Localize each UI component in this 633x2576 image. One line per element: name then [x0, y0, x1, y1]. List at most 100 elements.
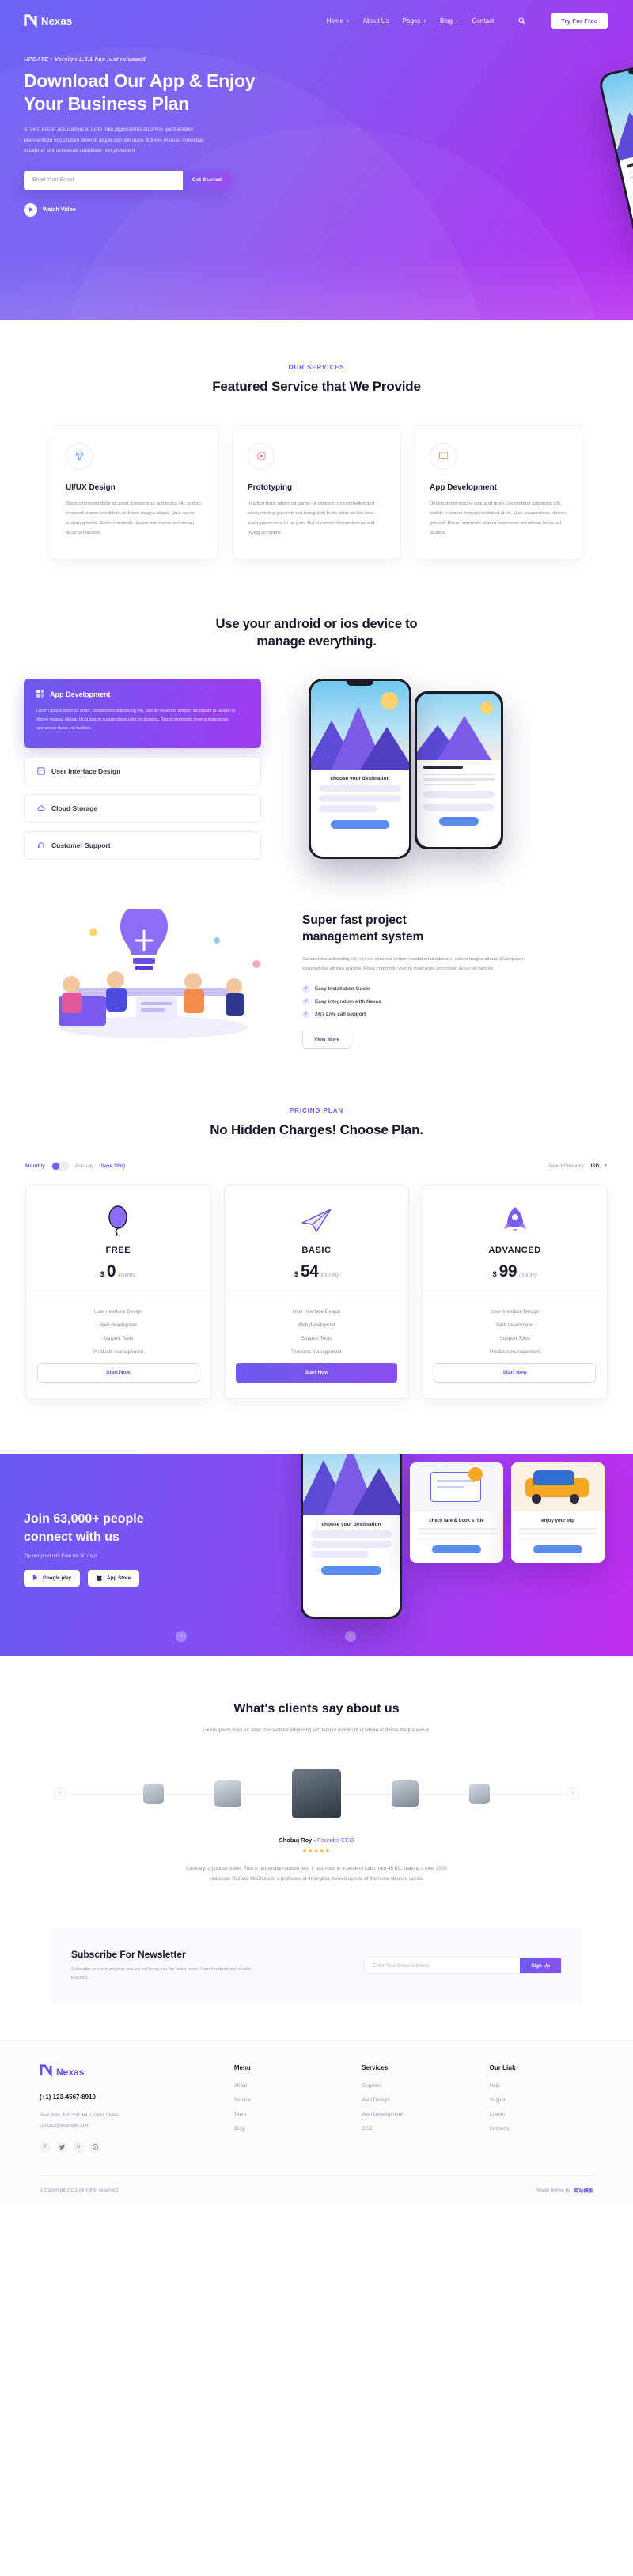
plan-feature: Web developmet — [496, 1322, 534, 1328]
brand-logo[interactable]: Nexas — [24, 13, 72, 28]
footer-link[interactable]: Support — [490, 2097, 593, 2103]
hero-title-line-1: Download Our App & Enjoy — [24, 70, 256, 91]
facebook-icon[interactable]: f — [40, 2141, 51, 2153]
chevron-left-icon[interactable]: ‹ — [176, 1630, 187, 1642]
plan-currency-symbol: $ — [294, 1269, 298, 1278]
plan-currency-symbol: $ — [492, 1269, 497, 1278]
service-card-desc: In a first-hour, when our gamer of choic… — [248, 501, 376, 536]
hero-signup-form: Get Started — [24, 170, 231, 190]
accordion-item-customer-support[interactable]: Customer Support — [24, 830, 261, 860]
hero-text-block: UPDATE : Version 1.5.1 has just released… — [24, 55, 285, 217]
plan-amount: 54 — [300, 1262, 319, 1280]
service-card[interactable]: App Development Development magna aliqua… — [415, 424, 582, 560]
testimonial-avatar[interactable] — [469, 1783, 490, 1804]
plan-start-button[interactable]: Start Now — [235, 1362, 398, 1383]
billing-monthly-label[interactable]: Monthly — [25, 1163, 45, 1169]
join-banner-section: Join 63,000+ people connect with us Try … — [0, 1454, 633, 1656]
plan-feature: Support Tools — [103, 1335, 134, 1341]
project-management-desc: Consectetur adipiscing elit, sed do eius… — [302, 956, 523, 972]
plan-start-button[interactable]: Start Now — [37, 1362, 199, 1383]
view-more-button[interactable]: View More — [302, 1030, 352, 1049]
plan-feature: Products management — [93, 1349, 144, 1355]
app-store-button[interactable]: App Store — [88, 1569, 140, 1587]
testimonial-avatar[interactable] — [214, 1780, 241, 1807]
testimonial-avatar[interactable] — [392, 1780, 419, 1807]
testimonials-title: What's clients say about us — [233, 1701, 400, 1715]
join-card-button[interactable] — [432, 1545, 481, 1554]
bullet-item: ✓ Easy Installation Guide — [302, 985, 606, 993]
footer-link[interactable]: Web Design — [362, 2097, 465, 2103]
plan-price: $ 0 /monthly — [37, 1262, 199, 1281]
plan-feature: User Interface Design — [491, 1308, 540, 1314]
footer-link[interactable]: Clients — [490, 2112, 593, 2117]
pricing-controls: Monthly Annualy (Save 30%) Select Curren… — [0, 1161, 633, 1171]
nav-item-home[interactable]: Home + — [327, 17, 350, 25]
twitter-icon[interactable] — [56, 2141, 67, 2153]
footer-columns: Nexas (+1) 123-4567-8910 New York, NY 25… — [40, 2064, 593, 2175]
billing-annual-label[interactable]: Annualy — [75, 1163, 94, 1169]
footer-link[interactable]: About — [234, 2083, 338, 2089]
nav-item-about[interactable]: About Us — [363, 17, 389, 25]
main-navigation: Nexas Home + About Us Pages + Blog + Con… — [0, 0, 633, 33]
device-section: Use your android or ios device to manage… — [0, 607, 633, 909]
accordion-item-user-interface-design[interactable]: User Interface Design — [24, 756, 261, 785]
newsletter-signup-button[interactable]: Sign Up — [520, 1958, 561, 1974]
footer-address-line-1: New York, NY 256364, United States — [40, 2112, 120, 2118]
paper-plane-icon — [236, 1203, 398, 1238]
footer-link[interactable]: Team — [234, 2112, 338, 2117]
footer-column-our-link: Our Link Help Support Clients Contacts — [490, 2064, 593, 2153]
plan-start-button[interactable]: Start Now — [434, 1362, 597, 1383]
pinterest-icon[interactable] — [89, 2141, 100, 2153]
testimonial-prev-button[interactable]: ‹ — [54, 1787, 66, 1800]
service-card[interactable]: Prototyping In a first-hour, when our ga… — [233, 424, 400, 560]
service-card-title: App Development — [430, 482, 498, 492]
billing-period-toggle[interactable] — [51, 1161, 69, 1171]
hero-email-input[interactable] — [24, 170, 183, 190]
plan-period: /monthly — [118, 1273, 136, 1278]
footer-copyright: © Copyright 2021 All rights reserved. — [40, 2187, 119, 2193]
service-card[interactable]: UI/UX Design Risus commodo dolor sit ame… — [51, 424, 218, 560]
watch-video-link[interactable]: Watch Video — [24, 202, 285, 217]
currency-selector[interactable]: Select Currency USD ▼ — [548, 1163, 608, 1169]
footer-logo[interactable]: Nexas — [40, 2064, 210, 2081]
google-play-button[interactable]: Google play — [24, 1569, 81, 1587]
pricing-plan-advanced: ADVANCED $ 99 /monthly User Interface De… — [422, 1184, 608, 1399]
join-app-previews: choose your destination check fare & boo… — [301, 1454, 605, 1619]
hero-title: Download Our App & Enjoy Your Business P… — [24, 70, 285, 115]
footer-link[interactable]: Web Development — [362, 2112, 465, 2117]
search-icon[interactable] — [518, 17, 526, 25]
join-card-button[interactable] — [533, 1545, 582, 1554]
get-started-button[interactable]: Get Started — [182, 170, 231, 190]
newsletter-section: Subscribe For Newsletter Subscribe to ou… — [0, 1920, 633, 2040]
footer-link[interactable]: Service — [234, 2097, 338, 2103]
chevron-right-icon[interactable]: › — [345, 1630, 356, 1642]
footer-link[interactable]: Contacts — [490, 2126, 593, 2132]
testimonial-role-dash: - — [313, 1836, 316, 1844]
testimonial-avatar-active[interactable] — [292, 1768, 341, 1818]
accordion-item-open[interactable]: App Development Lorem ipsum dolor sit am… — [24, 679, 261, 748]
footer-link[interactable]: SEO — [362, 2126, 465, 2132]
footer-phone: (+1) 123-4567-8910 — [40, 2093, 96, 2101]
nav-item-contact[interactable]: Contact — [472, 17, 495, 25]
footer-link[interactable]: Help — [490, 2083, 593, 2089]
nav-item-pages[interactable]: Pages + — [403, 17, 426, 25]
service-card-title: Prototyping — [248, 482, 293, 492]
footer-made-by-link[interactable]: 网站模板 — [574, 2187, 593, 2194]
nav-item-blog[interactable]: Blog + — [440, 17, 459, 25]
bullet-item: ✓ Easy integration with Nexas — [302, 997, 606, 1005]
footer-link[interactable]: Blog — [234, 2126, 338, 2132]
footer-link[interactable]: Graphics — [362, 2083, 465, 2089]
device-title-line-2: manage everything. — [256, 634, 377, 649]
plan-feature: Web developmet — [298, 1322, 335, 1328]
linkedin-icon[interactable]: in — [73, 2141, 84, 2153]
join-title-line-2: connect with us — [24, 1530, 119, 1544]
join-card-title: check fare & book a ride — [429, 1518, 484, 1523]
newsletter-email-input[interactable] — [365, 1958, 521, 1974]
footer-column-services: Services Graphics Web Design Web Develop… — [362, 2064, 465, 2153]
try-for-free-button[interactable]: Try For Free — [551, 12, 608, 29]
testimonial-next-button[interactable]: › — [567, 1787, 579, 1800]
testimonial-avatar[interactable] — [143, 1783, 164, 1804]
testimonial-author-name: Shobuj Roy — [279, 1836, 313, 1844]
accordion-item-cloud-storage[interactable]: Cloud Storage — [24, 793, 261, 823]
support-icon — [37, 842, 45, 849]
